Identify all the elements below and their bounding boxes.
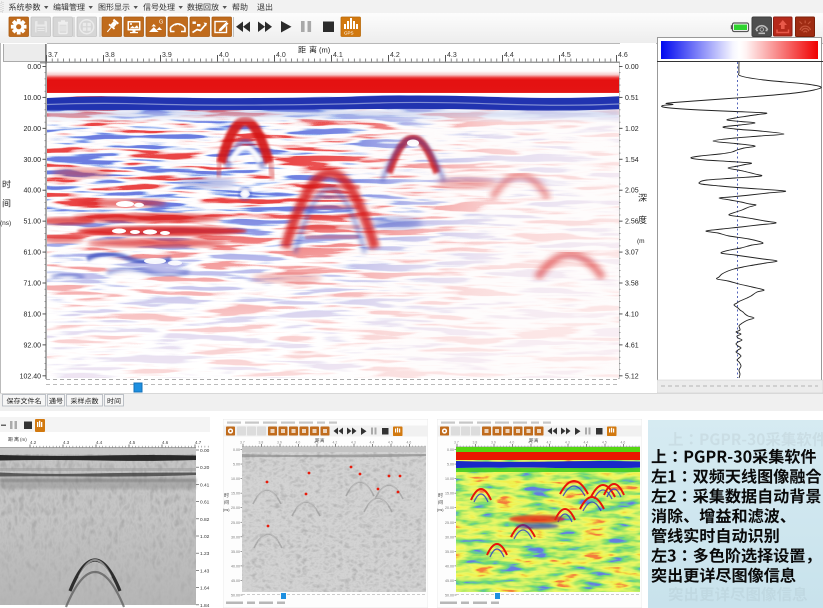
svg-text:3.7: 3.7 (48, 52, 58, 59)
svg-text:4.6: 4.6 (162, 440, 169, 445)
svg-text:(m: (m (637, 238, 645, 245)
svg-text:81.00: 81.00 (23, 311, 41, 318)
svg-text:4.1: 4.1 (333, 52, 343, 59)
svg-text:10.00: 10.00 (445, 477, 454, 481)
svg-text:3.7: 3.7 (454, 441, 459, 445)
svg-text:0.00: 0.00 (625, 64, 639, 71)
svg-text:1.64: 1.64 (200, 586, 210, 592)
svg-text:4.0: 4.0 (276, 52, 286, 59)
svg-text:10.00: 10.00 (231, 477, 240, 481)
svg-text:3.9: 3.9 (491, 441, 496, 445)
svg-text:20.00: 20.00 (231, 506, 240, 510)
svg-text:20.00: 20.00 (23, 126, 41, 133)
svg-text:4.0: 4.0 (296, 441, 301, 445)
svg-text:4.10: 4.10 (625, 311, 639, 318)
svg-text:(m): (m) (20, 437, 27, 442)
svg-text:3.07: 3.07 (625, 250, 639, 257)
svg-text:1.43: 1.43 (200, 568, 210, 574)
svg-text:4.7: 4.7 (195, 440, 202, 445)
svg-text:(m): (m) (319, 46, 331, 55)
svg-text:(ns): (ns) (223, 508, 230, 512)
svg-text:4.5: 4.5 (561, 52, 571, 59)
svg-text:4.5: 4.5 (129, 440, 136, 445)
svg-text:4.1: 4.1 (314, 441, 319, 445)
svg-text:1.02: 1.02 (200, 534, 210, 540)
svg-text:35.00: 35.00 (445, 550, 454, 554)
svg-text:5.00: 5.00 (447, 463, 454, 467)
svg-text:71.00: 71.00 (23, 281, 41, 288)
svg-text:102.40: 102.40 (20, 373, 42, 380)
svg-text:3.7: 3.7 (240, 441, 245, 445)
svg-text:50.00: 50.00 (231, 594, 240, 598)
svg-text:0.20: 0.20 (200, 465, 210, 471)
svg-text:4.2: 4.2 (390, 52, 400, 59)
svg-text:(ns): (ns) (437, 508, 444, 512)
svg-text:3.8: 3.8 (259, 441, 264, 445)
svg-text:4.4: 4.4 (584, 441, 589, 445)
svg-text:4.0: 4.0 (219, 52, 229, 59)
svg-text:3.9: 3.9 (277, 441, 282, 445)
svg-text:3.9: 3.9 (162, 52, 172, 59)
svg-text:4.3: 4.3 (565, 441, 570, 445)
svg-text:40.00: 40.00 (231, 564, 240, 568)
svg-text:2.56: 2.56 (625, 219, 639, 226)
svg-text:4.5: 4.5 (388, 441, 393, 445)
svg-text:0.00: 0.00 (200, 448, 210, 454)
svg-text:4.6: 4.6 (621, 441, 626, 445)
svg-text:3.8: 3.8 (473, 441, 478, 445)
svg-text:0.00: 0.00 (27, 64, 41, 71)
svg-text:0.41: 0.41 (200, 482, 210, 488)
svg-text:0.51: 0.51 (625, 95, 639, 102)
svg-text:15.00: 15.00 (231, 492, 240, 496)
svg-text:4.2: 4.2 (333, 441, 338, 445)
svg-text:(ns): (ns) (0, 220, 11, 227)
svg-text:4.61: 4.61 (625, 342, 639, 349)
svg-text:4.0: 4.0 (510, 441, 515, 445)
svg-text:50.00: 50.00 (445, 594, 454, 598)
svg-text:0.82: 0.82 (200, 517, 210, 523)
svg-text:4.3: 4.3 (351, 441, 356, 445)
svg-text:40.00: 40.00 (445, 564, 454, 568)
svg-text:4.6: 4.6 (407, 441, 412, 445)
svg-text:45.00: 45.00 (231, 579, 240, 583)
svg-text:10.00: 10.00 (23, 95, 41, 102)
svg-text:4.2: 4.2 (547, 441, 552, 445)
svg-text:15.00: 15.00 (445, 492, 454, 496)
svg-text:3.58: 3.58 (625, 281, 639, 288)
svg-text:4.6: 4.6 (618, 52, 628, 59)
svg-text:35.00: 35.00 (231, 550, 240, 554)
svg-text:61.00: 61.00 (23, 250, 41, 257)
svg-text:4.4: 4.4 (96, 440, 103, 445)
svg-text:1.84: 1.84 (200, 603, 210, 608)
svg-text:4.3: 4.3 (63, 440, 70, 445)
svg-text:0.61: 0.61 (200, 500, 210, 506)
svg-text:4.1: 4.1 (528, 441, 533, 445)
svg-text:25.00: 25.00 (445, 521, 454, 525)
svg-text:51.00: 51.00 (23, 219, 41, 226)
svg-text:4.5: 4.5 (602, 441, 607, 445)
svg-text:3.8: 3.8 (105, 52, 115, 59)
svg-text:5.00: 5.00 (233, 463, 240, 467)
svg-text:30.00: 30.00 (23, 157, 41, 164)
svg-text:92.00: 92.00 (23, 342, 41, 349)
svg-text:G: G (159, 20, 163, 26)
svg-text:0.00: 0.00 (233, 448, 240, 452)
svg-text:1.02: 1.02 (625, 126, 639, 133)
svg-text:2.05: 2.05 (625, 188, 639, 195)
svg-text:GPS: GPS (344, 31, 354, 36)
svg-text:4.2: 4.2 (30, 440, 37, 445)
svg-text:1.23: 1.23 (200, 551, 210, 557)
svg-text:45.00: 45.00 (445, 579, 454, 583)
svg-text:30.00: 30.00 (445, 535, 454, 539)
svg-text:4.4: 4.4 (370, 441, 375, 445)
svg-text:0.00: 0.00 (447, 448, 454, 452)
svg-text:4.3: 4.3 (447, 52, 457, 59)
svg-text:30.00: 30.00 (231, 535, 240, 539)
svg-text:4.4: 4.4 (504, 52, 514, 59)
svg-text:1.54: 1.54 (625, 157, 639, 164)
svg-text:25.00: 25.00 (231, 521, 240, 525)
svg-text:40.00: 40.00 (23, 188, 41, 195)
svg-text:20.00: 20.00 (445, 506, 454, 510)
svg-text:5.12: 5.12 (625, 373, 639, 380)
